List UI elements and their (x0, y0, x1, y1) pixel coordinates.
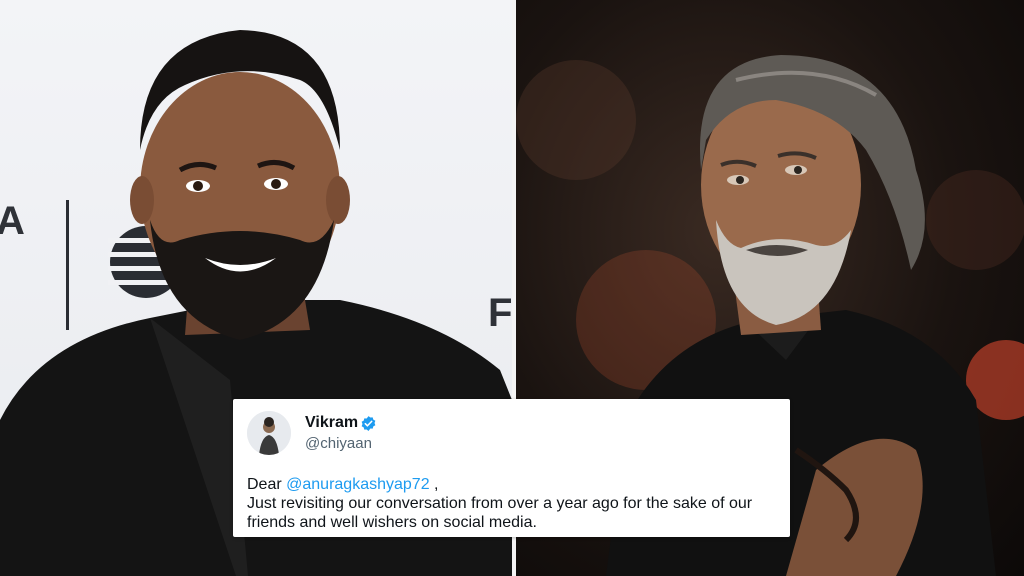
tweet-body-line-2: friends and well wishers on social media… (247, 514, 537, 531)
greeting-suffix: , (429, 476, 439, 493)
backdrop-letter-f: F (488, 291, 512, 335)
greeting-text: Dear (247, 476, 282, 493)
tweet-card: Vikram @chiyaan Dear @anuragkashyap72 , … (233, 399, 790, 537)
avatar-image (247, 411, 291, 455)
verified-badge-icon (361, 416, 376, 431)
tweet-greeting-line: Dear @anuragkashyap72 , (247, 475, 787, 494)
backdrop-divider (66, 200, 69, 330)
tweet-text: Dear @anuragkashyap72 , Just revisiting … (247, 475, 787, 532)
backdrop-letter-a: A (0, 199, 25, 243)
author-handle[interactable]: @chiyaan (305, 435, 372, 452)
author-avatar[interactable] (247, 411, 291, 455)
tweet-body-line-1: Just revisiting our conversation from ov… (247, 495, 753, 512)
author-name[interactable]: Vikram (305, 414, 358, 432)
mention-link[interactable]: @anuragkashyap72 (286, 476, 429, 493)
